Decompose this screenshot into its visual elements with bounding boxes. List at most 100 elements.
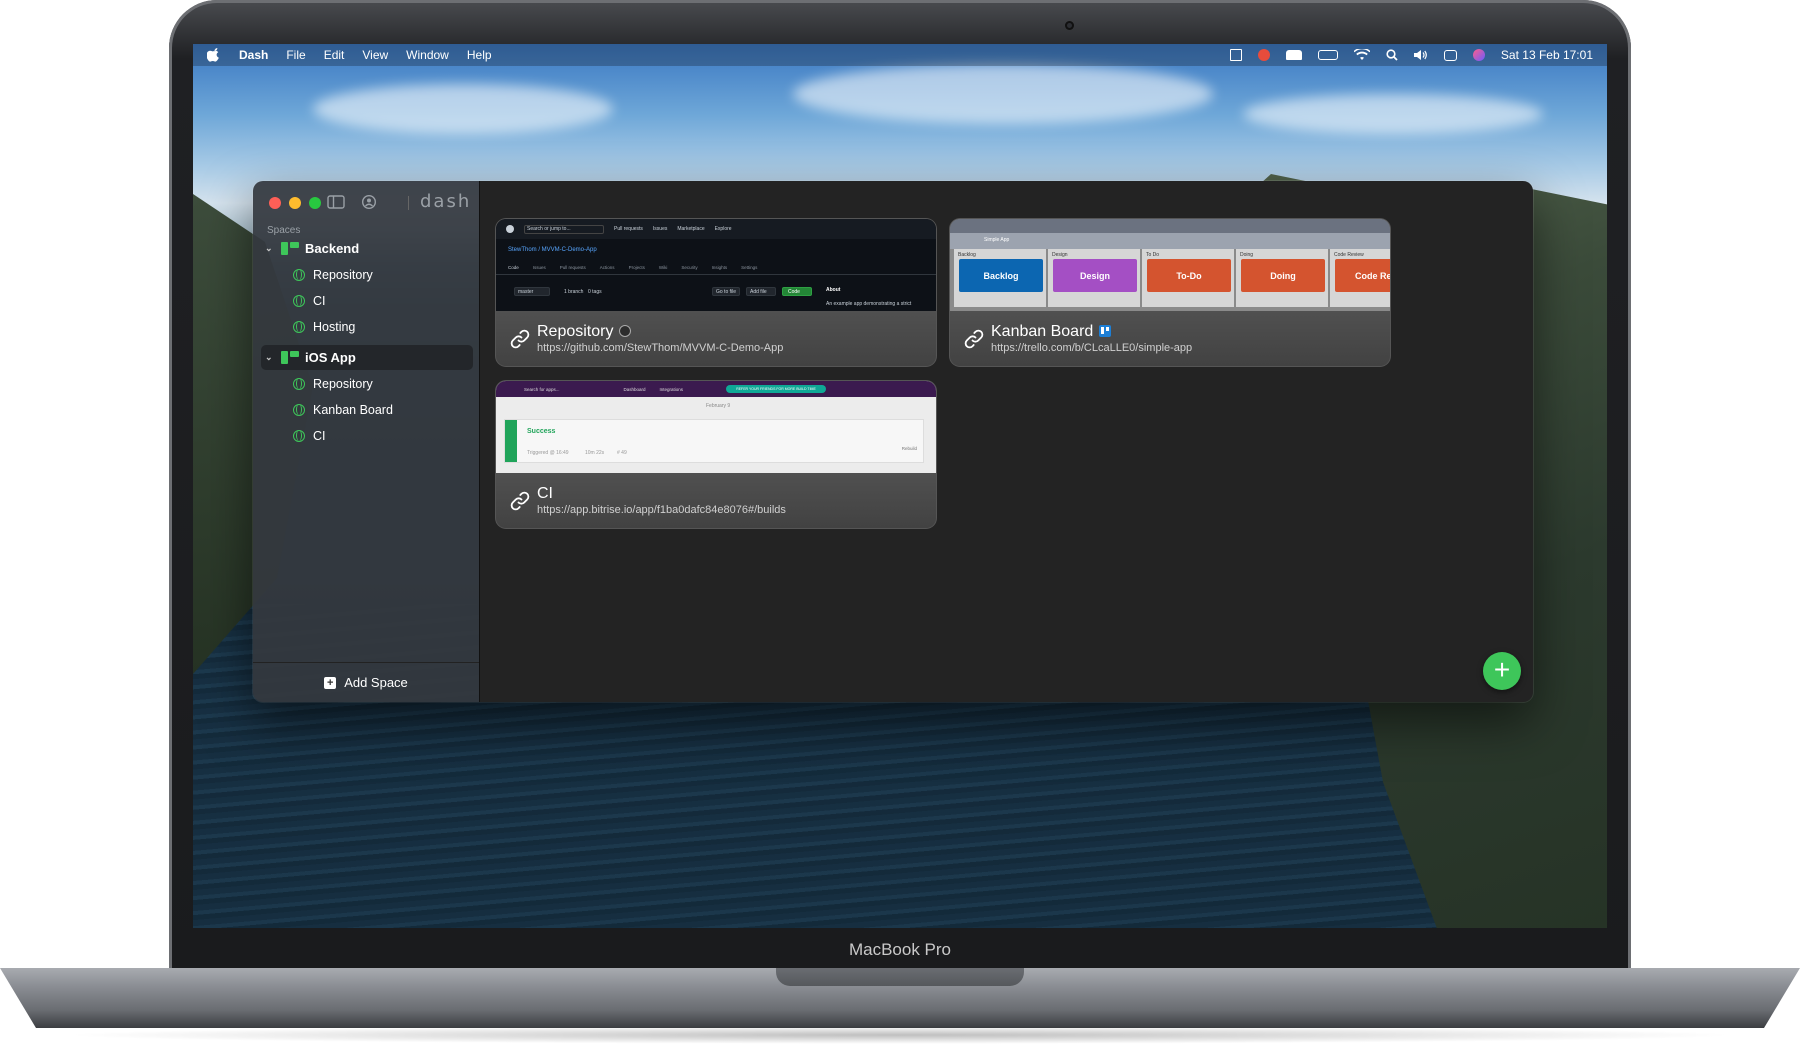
github-branch-button: master bbox=[514, 287, 550, 296]
github-tabs: Code Issues Pull requests Actions Projec… bbox=[508, 265, 757, 270]
trello-column-label: Code Review bbox=[1334, 252, 1364, 258]
space-item-label: Kanban Board bbox=[313, 402, 393, 417]
menu-clock[interactable]: Sat 13 Feb 17:01 bbox=[1501, 48, 1593, 62]
trello-column-label: To Do bbox=[1146, 252, 1160, 258]
wallpaper-cloud bbox=[1243, 94, 1543, 134]
trello-column: Code Review Code Revi bbox=[1330, 249, 1390, 307]
bitrise-build-row: Success Triggered @ 16:49 10m 22s # 49 R… bbox=[504, 419, 924, 463]
space-item-label: CI bbox=[313, 428, 326, 443]
trello-card: Backlog bbox=[959, 259, 1043, 292]
chevron-down-icon[interactable]: ⌄ bbox=[265, 243, 275, 254]
volume-icon[interactable] bbox=[1413, 49, 1428, 61]
github-nav-item: Explore bbox=[714, 226, 732, 232]
space-item-ci[interactable]: CI bbox=[261, 288, 473, 313]
card-url[interactable]: https://trello.com/b/CLcaLLE0/simple-app bbox=[991, 342, 1192, 354]
close-button[interactable] bbox=[269, 197, 281, 209]
card-footer: Repository https://github.com/StewThom/M… bbox=[496, 311, 936, 366]
menu-edit[interactable]: Edit bbox=[324, 48, 345, 62]
space-item-kanban-board[interactable]: Kanban Board bbox=[261, 397, 473, 422]
github-tab: Code bbox=[508, 265, 519, 270]
search-icon[interactable] bbox=[1386, 49, 1398, 61]
bitrise-nav-item: Dashboard bbox=[623, 386, 646, 392]
menu-bar: Dash File Edit View Window Help Sat 13 F… bbox=[193, 44, 1607, 66]
menu-app-name[interactable]: Dash bbox=[239, 48, 268, 62]
globe-icon bbox=[293, 377, 305, 390]
space-item-label: Repository bbox=[313, 267, 373, 282]
github-header: Search or jump to... Pull requests Issue… bbox=[496, 219, 936, 239]
add-space-button[interactable]: + Add Space bbox=[253, 662, 479, 702]
github-tab: Insights bbox=[711, 265, 728, 270]
zoom-button[interactable] bbox=[309, 197, 321, 209]
card-url[interactable]: https://app.bitrise.io/app/f1ba0dafc84e8… bbox=[537, 504, 786, 516]
bitrise-preview: Search for apps... Dashboard Integration… bbox=[496, 381, 936, 473]
wifi-icon[interactable] bbox=[1353, 49, 1370, 61]
chevron-down-icon[interactable]: ⌄ bbox=[265, 352, 275, 363]
github-about-text: An example app demonstrating a strict bbox=[826, 301, 912, 307]
plus-icon: + bbox=[1493, 654, 1511, 685]
github-tab: Actions bbox=[599, 265, 615, 270]
dash-status-icon[interactable] bbox=[1229, 49, 1242, 61]
battery-icon[interactable] bbox=[1317, 50, 1338, 60]
space-ios-app[interactable]: ⌄ iOS App bbox=[261, 345, 473, 370]
spaces-label: Spaces bbox=[267, 225, 301, 236]
globe-icon bbox=[293, 268, 305, 281]
account-icon[interactable] bbox=[360, 194, 378, 210]
laptop-notch bbox=[776, 968, 1024, 986]
bitrise-search: Search for apps... bbox=[524, 386, 560, 392]
trello-card: To-Do bbox=[1147, 259, 1231, 292]
card-url[interactable]: https://github.com/StewThom/MVVM-C-Demo-… bbox=[537, 342, 783, 354]
window-controls bbox=[269, 197, 321, 209]
build-status-stripe bbox=[505, 420, 517, 462]
trello-column: Doing Doing bbox=[1236, 249, 1328, 307]
space-item-hosting[interactable]: Hosting bbox=[261, 314, 473, 339]
wallpaper-cloud bbox=[793, 64, 1213, 124]
menu-view[interactable]: View bbox=[362, 48, 388, 62]
space-backend[interactable]: ⌄ Backend bbox=[261, 236, 473, 261]
space-label: Backend bbox=[305, 241, 360, 256]
screen: Dash File Edit View Window Help Sat 13 F… bbox=[193, 44, 1607, 928]
control-center-icon[interactable] bbox=[1443, 49, 1457, 61]
globe-icon bbox=[293, 320, 305, 333]
build-duration: 10m 22s bbox=[585, 450, 605, 456]
github-tab: Wiki bbox=[658, 265, 668, 270]
minimize-button[interactable] bbox=[289, 197, 301, 209]
add-space-label: Add Space bbox=[344, 675, 408, 690]
menu-help[interactable]: Help bbox=[467, 48, 492, 62]
github-tab: Settings bbox=[741, 265, 758, 270]
space-item-repository[interactable]: Repository bbox=[261, 371, 473, 396]
card-title-text: Kanban Board bbox=[991, 323, 1094, 340]
space-item-ci[interactable]: CI bbox=[261, 423, 473, 448]
trello-column: To Do To-Do bbox=[1142, 249, 1234, 307]
link-card-repository[interactable]: Search or jump to... Pull requests Issue… bbox=[496, 219, 936, 366]
github-repo-name: StewThom / MVVM-C-Demo-App bbox=[508, 247, 597, 253]
siri-icon[interactable] bbox=[1472, 49, 1485, 61]
main-content: Search or jump to... Pull requests Issue… bbox=[480, 181, 1533, 702]
globe-icon bbox=[293, 294, 305, 307]
globe-icon bbox=[293, 429, 305, 442]
space-label: iOS App bbox=[305, 350, 356, 365]
apple-icon[interactable] bbox=[207, 48, 221, 62]
app-brand: dash bbox=[420, 191, 472, 212]
sidebar-toggle-icon[interactable] bbox=[327, 194, 345, 210]
github-branch-count: 1 branch bbox=[564, 289, 584, 295]
add-link-button[interactable]: + bbox=[1483, 652, 1521, 690]
docker-icon[interactable] bbox=[1285, 50, 1302, 60]
menu-window[interactable]: Window bbox=[406, 48, 449, 62]
build-rebuild: Rebuild bbox=[901, 446, 917, 451]
link-card-kanban-board[interactable]: Simple App Backlog Backlog Design Design… bbox=[950, 219, 1390, 366]
github-code-button: Code bbox=[782, 287, 812, 296]
link-card-ci[interactable]: Search for apps... Dashboard Integration… bbox=[496, 381, 936, 528]
github-divider bbox=[496, 274, 936, 275]
record-status-icon[interactable] bbox=[1257, 49, 1270, 61]
space-folder-icon bbox=[281, 242, 299, 255]
link-icon bbox=[964, 329, 984, 349]
bitrise-header: Search for apps... Dashboard Integration… bbox=[496, 381, 936, 397]
space-item-repository[interactable]: Repository bbox=[261, 262, 473, 287]
wallpaper-cloud bbox=[313, 84, 613, 134]
github-nav-item: Pull requests bbox=[614, 226, 643, 232]
bitrise-promo: REFER YOUR FRIENDS FOR MORE BUILD TIME bbox=[726, 385, 826, 393]
dash-window: dash Spaces ⌄ Backend Repository CI Host… bbox=[253, 181, 1533, 702]
github-logo-icon bbox=[506, 225, 514, 233]
menu-file[interactable]: File bbox=[286, 48, 305, 62]
trello-header bbox=[950, 219, 1390, 233]
